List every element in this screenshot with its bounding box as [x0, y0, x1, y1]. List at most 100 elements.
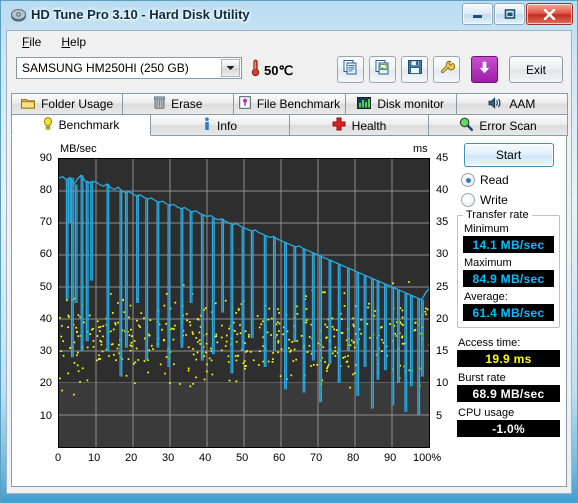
minimum-value-box: 14.1 MB/sec — [463, 236, 554, 253]
tab-folder-usage[interactable]: Folder Usage — [11, 93, 124, 114]
trash-icon — [153, 96, 166, 112]
x-tick-80: 80 — [347, 452, 360, 464]
burst-rate-label: Burst rate — [458, 372, 506, 384]
y2-tick-5: 5 — [436, 410, 443, 422]
speaker-icon — [488, 96, 503, 112]
radio-read-dot — [465, 177, 471, 183]
radio-read[interactable]: Read — [461, 173, 560, 187]
radio-read-indicator[interactable] — [461, 173, 475, 187]
x-tick-70: 70 — [310, 452, 323, 464]
red-cross-icon — [332, 117, 346, 134]
tab-health-label: Health — [351, 118, 387, 133]
copy-image-button[interactable] — [369, 56, 396, 83]
benchmark-panel: MB/sec ms 90 80 70 60 50 40 30 20 10 45 … — [11, 135, 567, 487]
x-tick-20: 20 — [125, 452, 138, 464]
lightbulb-icon — [43, 116, 53, 134]
y-tick-60: 60 — [39, 248, 52, 260]
tab-row-main: Benchmark Info Health Error Scan — [11, 114, 568, 136]
tab-aam-label: AAM — [509, 97, 536, 111]
floppy-disk-icon — [407, 59, 423, 80]
temperature-display: 50℃ — [250, 59, 293, 82]
x-tick-30: 30 — [162, 452, 175, 464]
window-buttons — [462, 3, 573, 25]
y-tick-10: 10 — [39, 410, 52, 422]
window-client-area: File Help SAMSUNG HM250HI (250 GB) 50℃ E… — [6, 30, 572, 494]
radio-write[interactable]: Write — [461, 193, 560, 207]
toolbar: SAMSUNG HM250HI (250 GB) 50℃ Exit — [7, 53, 571, 93]
minimize-icon[interactable] — [462, 3, 493, 25]
start-button[interactable]: Start — [463, 143, 554, 167]
download-button[interactable] — [471, 56, 498, 83]
info-icon — [203, 117, 211, 134]
access-time-value-box: 19.9 ms — [457, 350, 560, 367]
copy-image-icon — [375, 59, 391, 80]
results-sidebar: Start Read Write Transfer rate Minimum 1… — [457, 140, 560, 437]
minimum-label: Minimum — [464, 223, 509, 235]
x-tick-50: 50 — [236, 452, 249, 464]
magnifier-icon — [459, 117, 474, 134]
cpu-usage-value-box: -1.0% — [457, 420, 560, 437]
thermometer-icon — [250, 59, 261, 82]
window-frame: HD Tune Pro 3.10 - Hard Disk Utility Fil… — [0, 0, 578, 503]
maximize-icon[interactable] — [494, 3, 525, 25]
tab-file-benchmark-label: File Benchmark — [256, 97, 341, 111]
y2-tick-45: 45 — [436, 152, 449, 164]
tab-disk-monitor-label: Disk monitor — [377, 97, 445, 111]
x-tick-0: 0 — [55, 452, 62, 464]
exit-button[interactable]: Exit — [509, 56, 563, 83]
y-tick-80: 80 — [39, 184, 52, 196]
download-arrow-icon — [477, 60, 492, 80]
y-tick-70: 70 — [39, 216, 52, 228]
folder-icon — [21, 97, 36, 112]
tab-aam[interactable]: AAM — [455, 93, 569, 114]
average-value-box: 61.4 MB/sec — [463, 304, 554, 321]
plot-canvas — [58, 158, 430, 448]
tab-disk-monitor[interactable]: Disk monitor — [344, 93, 457, 114]
menu-file[interactable]: File — [13, 32, 50, 52]
secondary-results: Access time: 19.9 ms Burst rate 68.9 MB/… — [457, 337, 560, 437]
menu-file-rest: ile — [29, 35, 42, 49]
access-time-value: 19.9 ms — [485, 351, 532, 366]
menu-help[interactable]: Help — [52, 32, 95, 52]
tab-error-scan[interactable]: Error Scan — [428, 114, 568, 136]
tab-benchmark[interactable]: Benchmark — [11, 114, 151, 136]
x-tick-100: 100% — [413, 452, 442, 464]
y-tick-40: 40 — [39, 313, 52, 325]
chevron-down-icon[interactable] — [221, 59, 240, 77]
y2-tick-25: 25 — [436, 281, 449, 293]
tab-erase-label: Erase — [171, 97, 203, 111]
x-tick-90: 90 — [384, 452, 397, 464]
tab-bars: Folder Usage Erase File Benchmark Disk m… — [11, 93, 569, 136]
y2-tick-40: 40 — [436, 184, 449, 196]
options-button[interactable] — [433, 56, 460, 83]
x-tick-40: 40 — [199, 452, 212, 464]
tab-folder-usage-label: Folder Usage — [41, 97, 114, 111]
tab-erase[interactable]: Erase — [122, 93, 235, 114]
close-icon[interactable] — [526, 3, 573, 25]
drive-select[interactable]: SAMSUNG HM250HI (250 GB) — [16, 57, 242, 79]
radio-write-indicator[interactable] — [461, 193, 475, 207]
average-label: Average: — [464, 291, 508, 303]
radio-write-label: Write — [480, 193, 508, 207]
tab-benchmark-label: Benchmark — [58, 118, 120, 132]
transfer-rate-group: Transfer rate Minimum 14.1 MB/sec Maximu… — [457, 209, 560, 328]
y2-tick-15: 15 — [436, 345, 449, 357]
copy-text-button[interactable] — [337, 56, 364, 83]
wrench-icon — [439, 59, 455, 80]
tab-file-benchmark[interactable]: File Benchmark — [233, 93, 346, 114]
tab-info[interactable]: Info — [150, 114, 290, 136]
menu-bar: File Help — [7, 31, 571, 53]
y-tick-90: 90 — [39, 152, 52, 164]
plot-svg — [59, 159, 429, 447]
copy-text-icon — [343, 59, 359, 80]
menu-help-rest: elp — [70, 35, 87, 49]
save-button[interactable] — [401, 56, 428, 83]
maximum-value: 84.9 MB/sec — [472, 271, 545, 286]
y2-tick-10: 10 — [436, 377, 449, 389]
burst-rate-value: 68.9 MB/sec — [472, 386, 545, 401]
y2-tick-20: 20 — [436, 313, 449, 325]
cpu-usage-label: CPU usage — [458, 407, 515, 419]
temperature-value: 50℃ — [264, 62, 294, 78]
tab-health[interactable]: Health — [289, 114, 429, 136]
title-bar[interactable]: HD Tune Pro 3.10 - Hard Disk Utility — [1, 1, 577, 30]
